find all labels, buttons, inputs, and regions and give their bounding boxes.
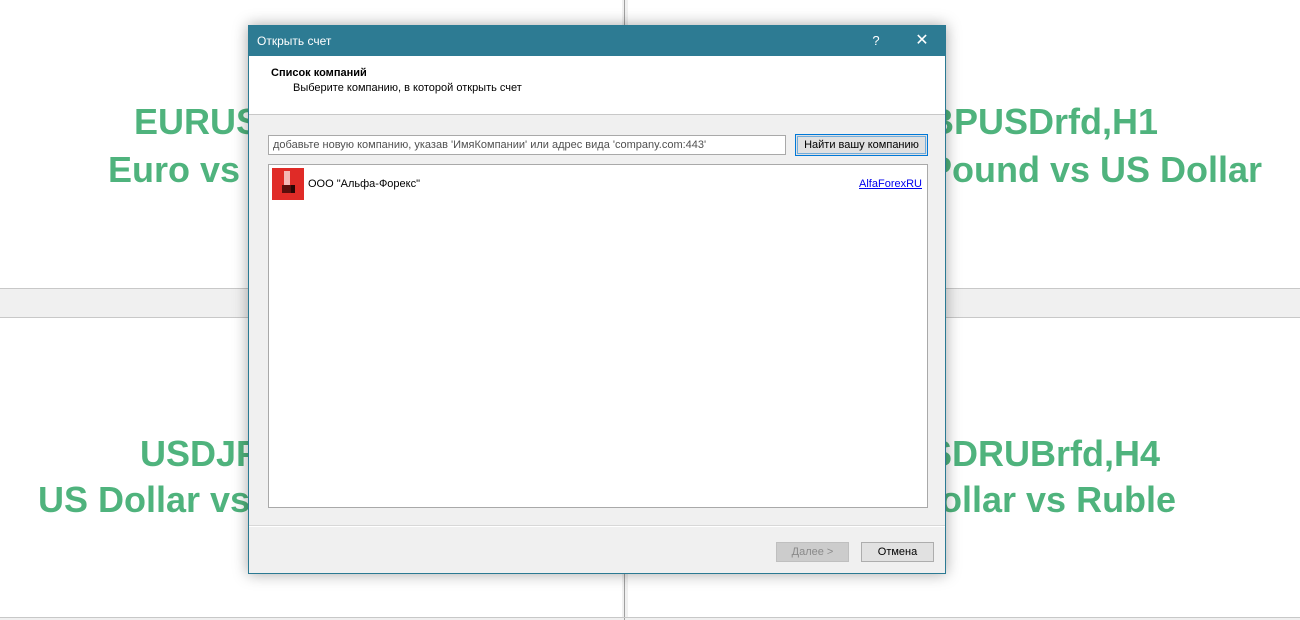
alfa-forex-logo-icon xyxy=(272,168,304,200)
company-list[interactable]: ООО "Альфа-Форекс" AlfaForexRU xyxy=(268,164,928,508)
horizontal-pane-border xyxy=(0,617,1300,618)
find-company-button[interactable]: Найти вашу компанию xyxy=(795,134,928,156)
chart-description-watermark: Dollar vs Ruble xyxy=(914,479,1177,520)
help-icon[interactable]: ? xyxy=(853,26,899,56)
next-button[interactable]: Далее > xyxy=(776,542,849,562)
open-account-dialog: Открыть счет ? ✕ Список компаний Выберит… xyxy=(248,25,946,574)
chart-symbol-watermark: BPUSDrfd,H1 xyxy=(928,101,1159,142)
dialog-header: Список компаний Выберите компанию, в кот… xyxy=(249,56,945,115)
chart-symbol-watermark: SDRUBrfd,H4 xyxy=(928,433,1161,474)
company-server-link[interactable]: AlfaForexRU xyxy=(859,178,922,190)
close-icon[interactable]: ✕ xyxy=(899,26,945,56)
dialog-titlebar[interactable]: Открыть счет ? ✕ xyxy=(249,26,945,56)
page-subtitle: Выберите компанию, в которой открыть сче… xyxy=(293,82,522,94)
dialog-title: Открыть счет xyxy=(257,34,332,48)
list-item[interactable]: ООО "Альфа-Форекс" AlfaForexRU xyxy=(272,168,924,202)
company-name: ООО "Альфа-Форекс" xyxy=(308,178,421,190)
cancel-button[interactable]: Отмена xyxy=(861,542,934,562)
footer-divider-highlight xyxy=(249,526,945,527)
company-search-input[interactable] xyxy=(268,135,786,155)
page-title: Список компаний xyxy=(271,67,367,79)
